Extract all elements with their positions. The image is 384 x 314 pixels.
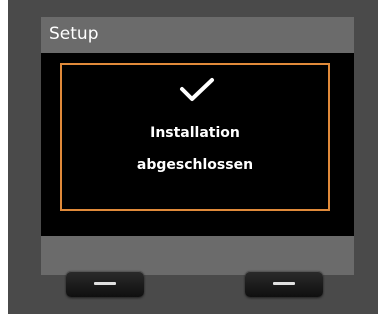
status-message-line-1: Installation [150, 125, 240, 141]
content-area: Installation abgeschlossen [41, 53, 354, 236]
dash-icon [94, 282, 116, 285]
status-dialog: Installation abgeschlossen [60, 63, 330, 211]
dash-icon [273, 282, 295, 285]
checkmark-icon [180, 78, 214, 101]
display-screen: Setup Installation abgeschlossen [41, 17, 354, 275]
right-softkey-button[interactable] [245, 271, 323, 297]
status-message-line-2: abgeschlossen [136, 157, 254, 173]
softkey-bar [41, 236, 354, 275]
left-softkey-button[interactable] [66, 271, 144, 297]
title-bar: Setup [41, 17, 354, 53]
screen-title: Setup [49, 24, 99, 44]
phone-device: Setup Installation abgeschlossen [8, 0, 378, 314]
